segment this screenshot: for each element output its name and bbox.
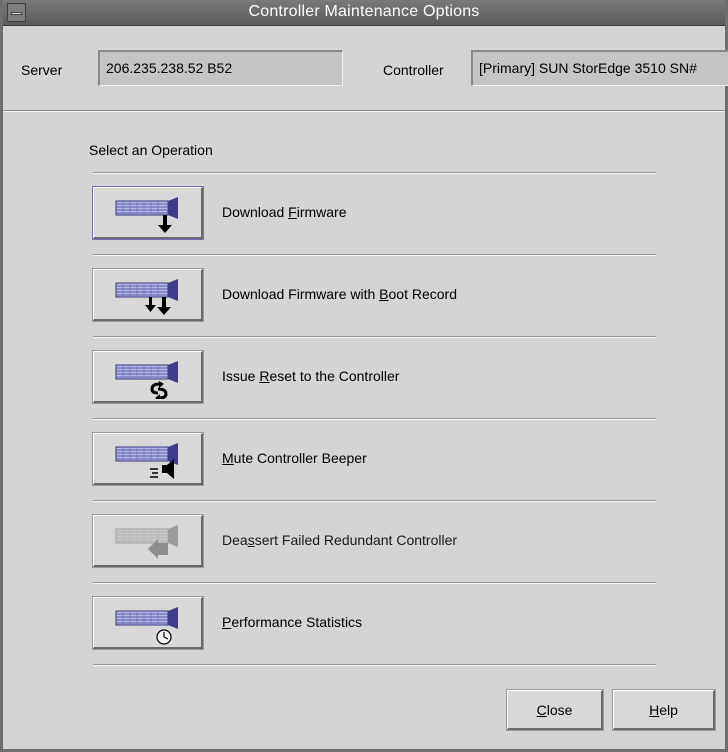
divider	[93, 664, 656, 666]
divider	[93, 336, 656, 338]
title-bar[interactable]: Controller Maintenance Options	[3, 0, 725, 26]
label-mnemonic: M	[222, 450, 234, 466]
label-text: Issue	[222, 368, 260, 384]
label-mnemonic: P	[222, 614, 232, 630]
mute-beeper-label: Mute Controller Beeper	[222, 450, 367, 466]
close-label: lose	[546, 702, 573, 718]
label-text: Download	[222, 204, 289, 220]
help-button[interactable]: Help	[613, 690, 715, 730]
mute-beeper-button[interactable]	[93, 433, 203, 485]
label-text: irmware	[296, 204, 347, 220]
deassert-controller-button[interactable]	[93, 515, 203, 567]
label-text: Download Firmware with	[222, 286, 380, 302]
reset-controller-label: Issue Reset to the Controller	[222, 368, 399, 384]
mute-beeper-icon	[115, 443, 178, 479]
download-firmware-button[interactable]	[93, 187, 203, 239]
performance-statistics-icon	[115, 607, 178, 645]
controller-field: [Primary] SUN StorEdge 3510 SN#	[471, 50, 728, 86]
divider	[93, 418, 656, 420]
reset-controller-icon	[115, 361, 178, 399]
help-label: elp	[659, 702, 678, 718]
download-boot-record-icon	[115, 279, 178, 315]
label-mnemonic: R	[259, 368, 270, 384]
divider	[93, 500, 656, 502]
help-mnemonic: H	[649, 702, 660, 718]
header-divider	[3, 110, 725, 112]
close-mnemonic: C	[536, 702, 547, 718]
label-mnemonic: F	[288, 204, 297, 220]
window-title: Controller Maintenance Options	[248, 3, 480, 20]
controller-maintenance-dialog: Controller Maintenance Options Server 20…	[0, 0, 728, 752]
divider	[93, 582, 656, 584]
controller-label: Controller	[383, 62, 444, 78]
performance-statistics-label: Performance Statistics	[222, 614, 362, 630]
deassert-controller-icon	[115, 525, 178, 559]
label-text: oot Record	[388, 286, 457, 302]
operation-heading: Select an Operation	[89, 142, 213, 158]
label-text: ute Controller Beeper	[233, 450, 367, 466]
server-label: Server	[21, 62, 63, 78]
performance-statistics-button[interactable]	[93, 597, 203, 649]
label-mnemonic: s	[247, 532, 255, 548]
label-text: Dea	[222, 532, 248, 548]
deassert-controller-label: Deassert Failed Redundant Controller	[222, 532, 457, 548]
download-firmware-boot-record-button[interactable]	[93, 269, 203, 321]
download-firmware-boot-record-label: Download Firmware with Boot Record	[222, 286, 457, 302]
label-mnemonic: B	[379, 286, 389, 302]
label-text: erformance Statistics	[231, 614, 363, 630]
download-firmware-label: Download Firmware	[222, 204, 347, 220]
download-firmware-icon	[115, 197, 178, 233]
label-text: eset to the Controller	[269, 368, 400, 384]
divider	[93, 172, 656, 174]
close-button[interactable]: Close	[507, 690, 603, 730]
label-text: sert Failed Redundant Controller	[254, 532, 458, 548]
reset-controller-button[interactable]	[93, 351, 203, 403]
server-field: 206.235.238.52 B52	[98, 50, 343, 86]
divider	[93, 254, 656, 256]
